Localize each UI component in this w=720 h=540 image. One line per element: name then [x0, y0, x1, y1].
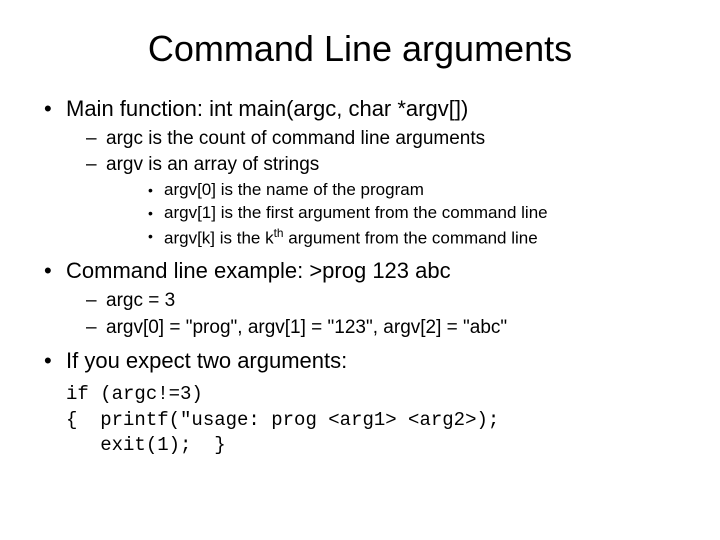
- list-item: argv[0] = "prog", argv[1] = "123", argv[…: [66, 315, 680, 341]
- list-item: argc = 3: [66, 288, 680, 314]
- bullet-text: argv is an array of strings: [106, 154, 319, 175]
- bullet-list: Main function: int main(argc, char *argv…: [40, 94, 680, 376]
- list-item: argv is an array of strings argv[0] is t…: [66, 152, 680, 250]
- list-item: Command line example: >prog 123 abc argc…: [40, 256, 680, 340]
- list-item: argc is the count of command line argume…: [66, 126, 680, 152]
- list-item: If you expect two arguments:: [40, 346, 680, 376]
- list-item: argv[1] is the first argument from the c…: [106, 202, 680, 225]
- slide-title: Command Line arguments: [40, 28, 680, 70]
- list-item: Main function: int main(argc, char *argv…: [40, 94, 680, 250]
- list-item: argv[k] is the kth argument from the com…: [106, 225, 680, 251]
- bullet-text: Main function: int main(argc, char *argv…: [66, 96, 468, 121]
- list-item: argv[0] is the name of the program: [106, 179, 680, 202]
- bullet-text: Command line example: >prog 123 abc: [66, 258, 451, 283]
- code-snippet: if (argc!=3) { printf("usage: prog <arg1…: [40, 382, 680, 459]
